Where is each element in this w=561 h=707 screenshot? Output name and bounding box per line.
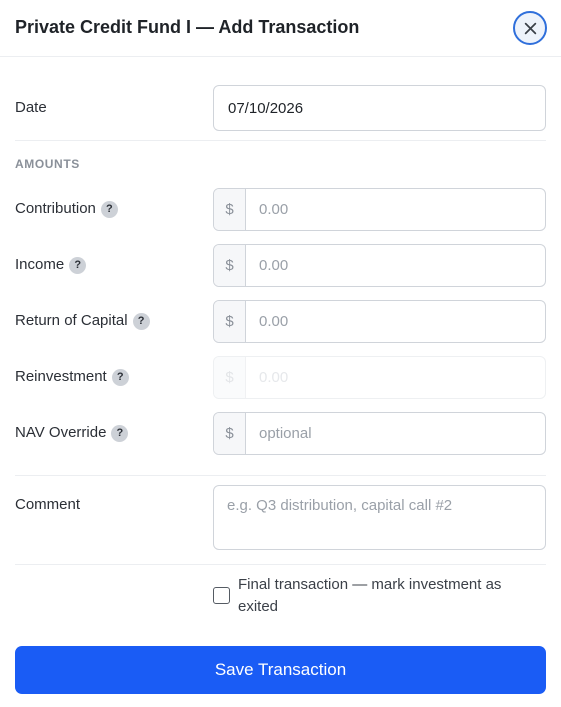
income-input[interactable] (246, 245, 545, 286)
currency-prefix: $ (214, 357, 246, 398)
income-label-wrap: Income ? (15, 255, 87, 275)
help-icon[interactable]: ? (100, 200, 118, 218)
save-transaction-button[interactable]: Save Transaction (15, 646, 546, 694)
reinvestment-label: Reinvestment (15, 368, 107, 385)
add-transaction-modal: Private Credit Fund I — Add Transaction … (0, 0, 561, 707)
comment-textarea[interactable] (213, 485, 546, 550)
modal-header: Private Credit Fund I — Add Transaction (0, 0, 561, 57)
final-transaction-checkbox[interactable] (213, 587, 230, 604)
nav-override-field: $ (213, 412, 546, 455)
contribution-label: Contribution (15, 200, 96, 217)
nav-override-row: NAV Override ? $ (15, 412, 546, 455)
return-of-capital-input[interactable] (246, 301, 545, 342)
date-label: Date (15, 99, 47, 116)
return-of-capital-label: Return of Capital (15, 312, 128, 329)
return-of-capital-field: $ (213, 300, 546, 343)
close-icon (524, 22, 536, 34)
contribution-input[interactable] (246, 189, 545, 230)
divider (15, 564, 546, 565)
divider (15, 475, 546, 476)
income-field: $ (213, 244, 546, 287)
currency-prefix: $ (214, 245, 246, 286)
reinvestment-input (246, 357, 545, 398)
contribution-label-wrap: Contribution ? (15, 199, 118, 219)
return-of-capital-row: Return of Capital ? $ (15, 300, 546, 343)
nav-override-label: NAV Override (15, 424, 107, 441)
nav-override-input[interactable] (246, 413, 545, 454)
final-transaction-label[interactable]: Final transaction — mark investment as e… (238, 574, 538, 618)
help-icon[interactable]: ? (111, 368, 129, 386)
comment-row: Comment (15, 485, 546, 550)
income-label: Income (15, 256, 65, 273)
date-row: Date 07/10/2026 (15, 85, 546, 131)
help-icon[interactable]: ? (111, 424, 129, 442)
currency-prefix: $ (214, 189, 246, 230)
contribution-field: $ (213, 188, 546, 231)
close-button[interactable] (513, 11, 547, 45)
contribution-row: Contribution ? $ (15, 188, 546, 231)
comment-label: Comment (15, 496, 81, 513)
currency-prefix: $ (214, 301, 246, 342)
reinvestment-row: Reinvestment ? $ (15, 356, 546, 399)
modal-title: Private Credit Fund I — Add Transaction (15, 17, 360, 37)
divider (15, 140, 546, 141)
reinvestment-label-wrap: Reinvestment ? (15, 367, 129, 387)
help-icon[interactable]: ? (69, 256, 87, 274)
currency-prefix: $ (214, 413, 246, 454)
help-icon[interactable]: ? (132, 312, 150, 330)
reinvestment-field: $ (213, 356, 546, 399)
amounts-section-heading: AMOUNTS (15, 157, 80, 171)
income-row: Income ? $ (15, 244, 546, 287)
return-of-capital-label-wrap: Return of Capital ? (15, 311, 150, 331)
date-input[interactable]: 07/10/2026 (213, 85, 546, 131)
nav-override-label-wrap: NAV Override ? (15, 423, 129, 443)
